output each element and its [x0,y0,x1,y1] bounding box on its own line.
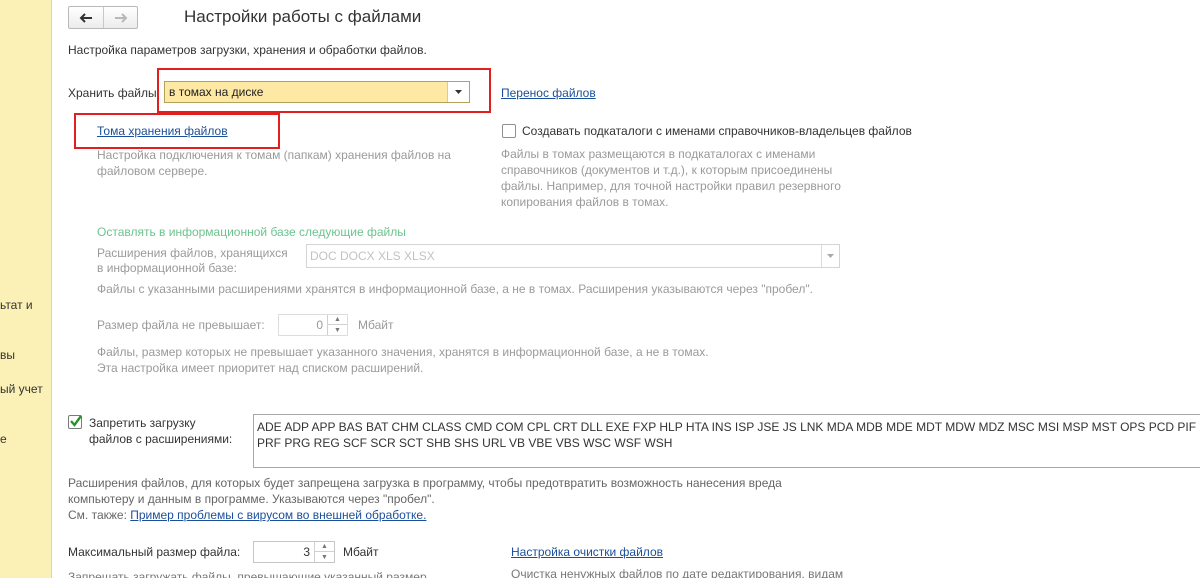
see-also: См. также: Пример проблемы с вирусом во … [68,508,426,522]
see-also-label: См. также: [68,508,127,522]
page-description: Настройка параметров загрузки, хранения … [68,43,427,57]
extensions-label: Расширения файлов, хранящихся в информац… [97,246,288,275]
navigation-buttons [68,6,138,29]
extensions-dropdown-button[interactable] [821,245,839,267]
max-size-value: 3 [303,545,310,559]
infobase-group-title: Оставлять в информационной базе следующи… [97,225,406,239]
infobase-extensions-value: DOC DOCX XLS XLSX [310,249,435,263]
arrow-left-icon [79,12,92,23]
forward-button[interactable] [103,7,137,28]
extensions-hint: Файлы с указанными расширениями хранятся… [97,282,813,296]
infobase-extensions-field[interactable]: DOC DOCX XLS XLSX [306,244,840,268]
arrow-right-icon [114,12,127,23]
max-size-label: Максимальный размер файла: [68,545,241,559]
sections-sidebar: ьтат и вы ый учет е [0,0,52,578]
max-size-unit: Мбайт [343,545,379,559]
sidebar-item-3[interactable]: ый учет [0,382,43,396]
spin-down-icon[interactable]: ▼ [315,552,334,562]
spin-up-icon[interactable]: ▲ [328,315,347,325]
size-spinner[interactable]: ▲ ▼ [327,315,347,335]
max-size-field[interactable]: 3 ▲ ▼ [253,541,335,563]
spin-down-icon[interactable]: ▼ [328,325,347,335]
infobase-size-field[interactable]: 0 ▲ ▼ [278,314,348,336]
transfer-files-link[interactable]: Перенос файлов [501,86,596,100]
spin-up-icon[interactable]: ▲ [315,542,334,552]
virus-example-link[interactable]: Пример проблемы с вирусом во внешней обр… [130,508,426,522]
cleanup-hint: Очистка ненужных файлов по дате редактир… [511,567,844,578]
chevron-down-icon [827,254,834,258]
subdirs-hint: Файлы в томах размещаются в подкаталогах… [501,147,841,209]
subdirs-label: Создавать подкаталоги с именами справочн… [522,124,912,138]
sidebar-item-1[interactable]: ьтат и [0,298,33,312]
volumes-hint: Настройка подключения к томам (папкам) х… [97,148,451,178]
size-label: Размер файла не превышает: [97,318,265,332]
sidebar-item-4[interactable]: е [0,432,7,446]
forbid-upload-label: Запретить загрузку файлов с расширениями… [89,416,233,446]
max-size-spinner[interactable]: ▲ ▼ [314,542,334,562]
forbid-hint: Расширения файлов, для которых будет зап… [68,476,782,506]
back-button[interactable] [69,7,103,28]
forbid-upload-checkbox[interactable] [68,415,82,429]
page-title: Настройки работы с файлами [184,7,422,26]
sidebar-item-2[interactable]: вы [0,348,15,362]
cleanup-settings-link[interactable]: Настройка очистки файлов [511,545,663,559]
infobase-size-value: 0 [316,318,323,332]
size-hint: Файлы, размер которых не превышает указа… [97,345,709,375]
highlight-volumes-link [74,113,280,149]
max-size-hint: Запрещать загружать файлы, превышающие у… [68,570,427,578]
subdirs-checkbox[interactable] [502,124,516,138]
forbidden-extensions-textarea[interactable]: ADE ADP APP BAS BAT CHM CLASS CMD COM CP… [253,414,1200,468]
highlight-store-select [157,68,491,113]
checkmark-icon [70,415,82,427]
size-unit: Мбайт [358,318,394,332]
store-files-label: Хранить файлы: [68,86,160,100]
